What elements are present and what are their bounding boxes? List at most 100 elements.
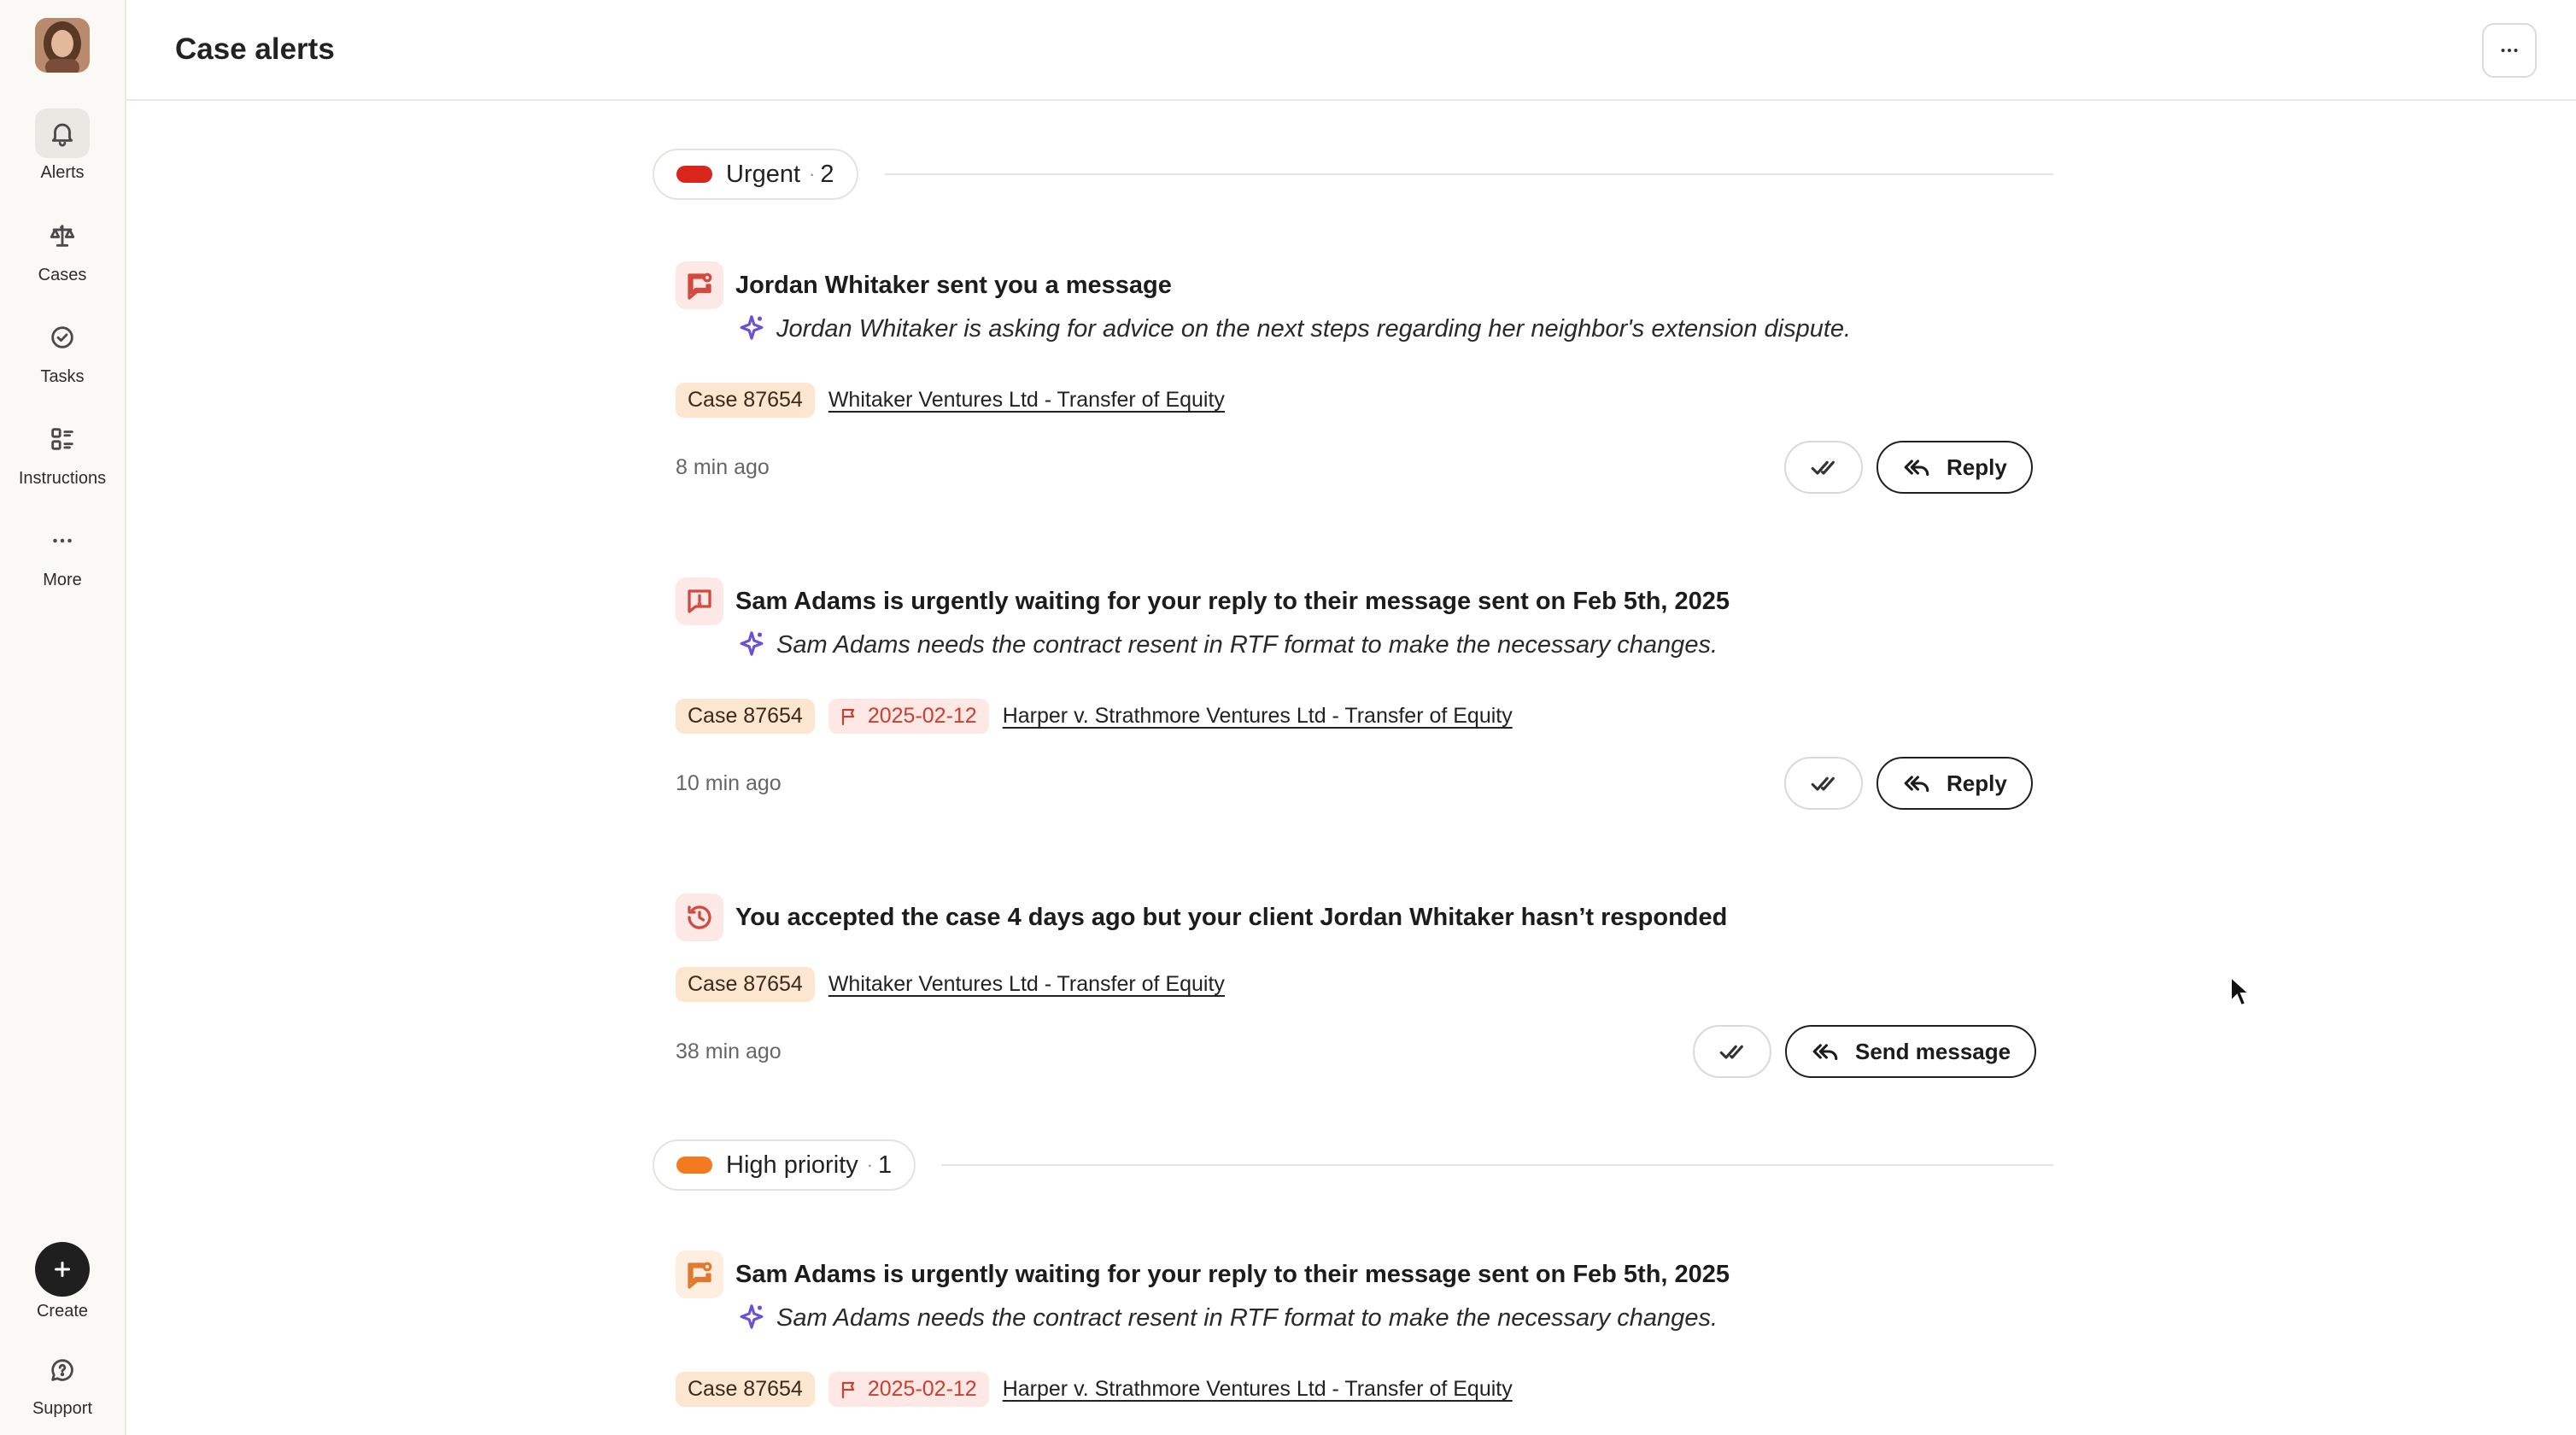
send-message-button[interactable]: Send message xyxy=(1785,1025,2037,1078)
case-link[interactable]: Whitaker Ventures Ltd - Transfer of Equi… xyxy=(828,388,1225,413)
mouse-cursor-icon xyxy=(2230,975,2250,1007)
message-user-icon xyxy=(688,272,712,300)
urgent-dot xyxy=(676,166,712,183)
alert-meta: Case 87654 2025-02-12 Harper v. Strathmo… xyxy=(676,1372,1513,1407)
more-options-button[interactable] xyxy=(2482,23,2537,78)
group-divider xyxy=(885,173,2053,175)
sidebar: Alerts Cases Tasks Instructions More Cre… xyxy=(0,0,126,1435)
sidebar-item-instructions[interactable]: Instructions xyxy=(0,414,125,489)
group-separator: · xyxy=(809,163,816,184)
avatar-image xyxy=(35,18,90,73)
reply-button[interactable]: Reply xyxy=(1876,757,2033,810)
group-label: High priority xyxy=(726,1151,858,1179)
due-date: 2025-02-12 xyxy=(867,1377,977,1401)
reply-button-label: Reply xyxy=(1947,454,2007,480)
alert-title: Sam Adams is urgently waiting for your r… xyxy=(735,588,1730,615)
bell-icon xyxy=(51,123,73,147)
mark-read-button[interactable] xyxy=(1784,441,1863,494)
alert-icon xyxy=(676,261,723,309)
help-bubble-icon xyxy=(51,1359,73,1381)
group-count: 1 xyxy=(878,1151,893,1179)
message-user-icon xyxy=(688,1262,712,1289)
alert-timestamp: 10 min ago xyxy=(676,771,782,795)
case-tag: Case 87654 xyxy=(676,967,815,1002)
history-icon xyxy=(688,905,711,929)
case-link[interactable]: Harper v. Strathmore Ventures Ltd - Tran… xyxy=(1003,1377,1513,1402)
create-label: Create xyxy=(36,1302,89,1321)
sidebar-item-label: Tasks xyxy=(40,367,85,386)
message-alert-icon xyxy=(688,589,711,613)
ai-summary: Jordan Whitaker is asking for advice on … xyxy=(735,313,1851,345)
page-title: Case alerts xyxy=(175,32,335,66)
flag-icon xyxy=(841,1381,854,1398)
ai-summary-text: Sam Adams needs the contract resent in R… xyxy=(776,630,1718,659)
nav-icon-box xyxy=(35,516,90,565)
header: Case alerts xyxy=(126,0,2576,101)
create-button[interactable]: Create xyxy=(0,1242,125,1321)
due-date-tag: 2025-02-12 xyxy=(828,1372,989,1407)
sidebar-item-label: More xyxy=(43,571,82,589)
sidebar-item-alerts[interactable]: Alerts xyxy=(0,108,125,183)
alert-title: Jordan Whitaker sent you a message xyxy=(735,272,1172,299)
ellipsis-icon xyxy=(2501,49,2518,52)
flag-icon xyxy=(841,708,854,725)
support-button[interactable]: Support xyxy=(0,1346,125,1419)
reply-all-icon xyxy=(1904,460,1929,477)
case-tag: Case 87654 xyxy=(676,1372,815,1407)
nav-icon-box xyxy=(35,313,90,362)
send-message-label: Send message xyxy=(1855,1038,2011,1064)
alert-meta: Case 87654 2025-02-12 Harper v. Strathmo… xyxy=(676,699,1513,734)
group-count: 2 xyxy=(820,160,834,188)
double-check-icon xyxy=(1811,776,1835,791)
case-tag: Case 87654 xyxy=(676,699,815,734)
scales-icon xyxy=(50,225,75,247)
support-label: Support xyxy=(32,1399,93,1418)
plus-icon xyxy=(55,1262,70,1277)
group-label: Urgent xyxy=(726,160,801,188)
group-divider xyxy=(941,1164,2053,1166)
alert-timestamp: 38 min ago xyxy=(676,1040,782,1063)
ellipsis-icon xyxy=(53,538,72,543)
alert-meta: Case 87654 Whitaker Ventures Ltd - Trans… xyxy=(676,383,1225,418)
sparkle-icon xyxy=(740,1304,764,1329)
ai-summary-text: Jordan Whitaker is asking for advice on … xyxy=(776,314,1852,343)
nav-icon-box xyxy=(35,108,90,158)
alert-icon xyxy=(676,1250,723,1298)
group-high-priority[interactable]: High priority · 1 xyxy=(653,1139,916,1191)
sidebar-item-cases[interactable]: Cases xyxy=(0,211,125,285)
alert-icon xyxy=(676,893,723,941)
alert-meta: Case 87654 Whitaker Ventures Ltd - Trans… xyxy=(676,967,1225,1002)
due-date-tag: 2025-02-12 xyxy=(828,699,989,734)
alert-icon xyxy=(676,577,723,625)
double-check-icon xyxy=(1719,1045,1743,1059)
case-tag: Case 87654 xyxy=(676,383,815,418)
nav-icon-box xyxy=(35,414,90,464)
nav-icon-box xyxy=(35,1346,90,1394)
group-urgent[interactable]: Urgent · 2 xyxy=(653,149,858,200)
sidebar-item-tasks[interactable]: Tasks xyxy=(0,313,125,387)
due-date: 2025-02-12 xyxy=(867,704,977,728)
sidebar-item-label: Alerts xyxy=(40,163,85,182)
sidebar-item-label: Instructions xyxy=(18,469,107,488)
sidebar-item-label: Cases xyxy=(38,266,87,284)
alert-title: You accepted the case 4 days ago but you… xyxy=(735,904,1728,931)
reply-all-icon xyxy=(1904,776,1929,793)
high-priority-dot xyxy=(676,1157,712,1174)
sparkle-icon xyxy=(740,315,764,340)
nav-icon-box xyxy=(35,211,90,261)
mark-read-button[interactable] xyxy=(1693,1025,1771,1078)
sparkle-icon xyxy=(740,631,764,656)
grid-list-icon xyxy=(51,428,73,450)
alert-timestamp: 8 min ago xyxy=(676,455,770,479)
reply-all-icon xyxy=(1812,1044,1838,1061)
reply-button-label: Reply xyxy=(1947,770,2007,796)
case-link[interactable]: Harper v. Strathmore Ventures Ltd - Tran… xyxy=(1003,704,1513,729)
reply-button[interactable]: Reply xyxy=(1876,441,2033,494)
ai-summary-text: Sam Adams needs the contract resent in R… xyxy=(776,1303,1718,1332)
avatar[interactable] xyxy=(35,18,90,73)
mark-read-button[interactable] xyxy=(1784,757,1863,810)
group-separator: · xyxy=(866,1154,874,1175)
double-check-icon xyxy=(1811,460,1835,475)
case-link[interactable]: Whitaker Ventures Ltd - Transfer of Equi… xyxy=(828,972,1225,997)
sidebar-item-more[interactable]: More xyxy=(0,516,125,590)
